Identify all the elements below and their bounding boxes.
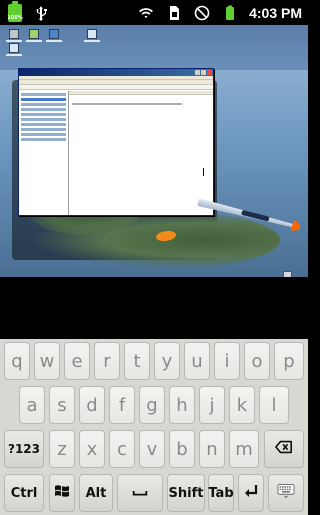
- key-h[interactable]: h: [169, 386, 195, 424]
- alt-key[interactable]: Alt: [79, 474, 113, 512]
- keyboard-row-2: a s d f g h j k l: [0, 383, 308, 427]
- keyboard-row-3: ?123 z x c v b n m: [0, 427, 308, 471]
- wifi-icon: [137, 4, 155, 22]
- keyboard-hide-key[interactable]: [268, 474, 304, 512]
- key-m[interactable]: m: [229, 430, 259, 468]
- folder-icon[interactable]: [84, 29, 100, 42]
- key-f[interactable]: f: [109, 386, 135, 424]
- key-w[interactable]: w: [34, 342, 60, 380]
- battery-percent-label: 100%: [7, 14, 23, 21]
- window-titlebar[interactable]: [19, 69, 213, 76]
- usb-icon: [32, 4, 50, 22]
- close-icon[interactable]: [207, 70, 212, 75]
- keyboard-icon: [277, 483, 295, 503]
- address-bar[interactable]: [19, 85, 213, 90]
- shift-key[interactable]: Shift: [167, 474, 205, 512]
- key-g[interactable]: g: [139, 386, 165, 424]
- key-q[interactable]: q: [4, 342, 30, 380]
- key-d[interactable]: d: [79, 386, 105, 424]
- key-k[interactable]: k: [229, 386, 255, 424]
- network-icon[interactable]: [46, 29, 62, 42]
- key-e[interactable]: e: [64, 342, 90, 380]
- battery-icon: 100%: [7, 0, 23, 22]
- file-list[interactable]: [69, 91, 213, 215]
- explorer-window[interactable]: [18, 68, 214, 216]
- key-y[interactable]: y: [154, 342, 180, 380]
- key-o[interactable]: o: [244, 342, 270, 380]
- key-c[interactable]: c: [109, 430, 135, 468]
- keyboard-row-4: Ctrl Alt Shift Tab: [0, 471, 308, 515]
- space-icon: [131, 483, 149, 503]
- key-j[interactable]: j: [199, 386, 225, 424]
- key-t[interactable]: t: [124, 342, 150, 380]
- recycle-bin-desktop-icon[interactable]: [283, 271, 292, 277]
- file-list-row[interactable]: [72, 103, 182, 105]
- key-i[interactable]: i: [214, 342, 240, 380]
- key-z[interactable]: z: [49, 430, 75, 468]
- enter-icon: [242, 483, 260, 503]
- status-right: 4:03 PM: [137, 0, 302, 25]
- onscreen-keyboard: q w e r t y u i o p a s d f g h j k l ?1…: [0, 339, 308, 515]
- clock: 4:03 PM: [249, 4, 302, 21]
- space-key[interactable]: [117, 474, 163, 512]
- key-b[interactable]: b: [169, 430, 195, 468]
- recycle-bin-icon[interactable]: [26, 29, 42, 42]
- key-s[interactable]: s: [49, 386, 75, 424]
- key-v[interactable]: v: [139, 430, 165, 468]
- folder-tree[interactable]: [19, 91, 69, 215]
- backspace-key[interactable]: [264, 430, 304, 468]
- battery-full-icon: [221, 4, 239, 22]
- sim-icon: [165, 4, 183, 22]
- explorer-body: [19, 91, 213, 215]
- windows-icon: [53, 483, 71, 503]
- minimize-icon[interactable]: [195, 70, 200, 75]
- my-computer-icon[interactable]: [6, 29, 22, 42]
- mouse-cursor: [203, 168, 207, 176]
- backspace-icon: [275, 439, 293, 459]
- key-x[interactable]: x: [79, 430, 105, 468]
- blocked-icon: [193, 4, 211, 22]
- key-r[interactable]: r: [94, 342, 120, 380]
- maximize-icon[interactable]: [201, 70, 206, 75]
- status-bar: 100% 4:03 PM: [0, 0, 308, 25]
- key-l[interactable]: l: [259, 386, 289, 424]
- ctrl-key[interactable]: Ctrl: [4, 474, 44, 512]
- key-a[interactable]: a: [19, 386, 45, 424]
- tab-key[interactable]: Tab: [208, 474, 234, 512]
- file-list-header[interactable]: [69, 91, 213, 95]
- enter-key[interactable]: [238, 474, 264, 512]
- key-n[interactable]: n: [199, 430, 225, 468]
- key-u[interactable]: u: [184, 342, 210, 380]
- status-left: 100%: [7, 0, 50, 25]
- keyboard-row-1: q w e r t y u i o p: [0, 339, 308, 383]
- documents-icon[interactable]: [6, 43, 22, 56]
- key-p[interactable]: p: [274, 342, 304, 380]
- windows-key[interactable]: [49, 474, 75, 512]
- remote-desktop-viewport[interactable]: [0, 25, 308, 277]
- symbols-key[interactable]: ?123: [4, 430, 44, 468]
